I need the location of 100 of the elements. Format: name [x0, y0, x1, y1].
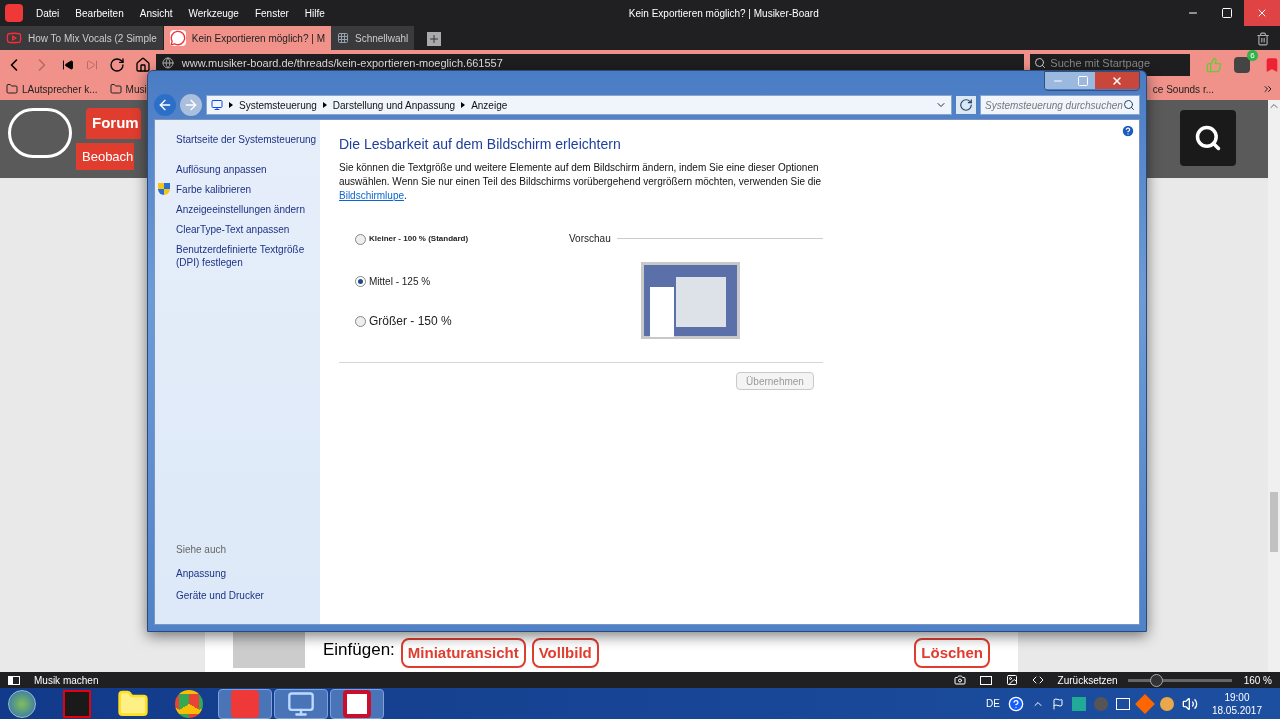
- monitor-icon: [287, 689, 315, 718]
- sidebar-link[interactable]: Farbe kalibrieren: [176, 183, 316, 196]
- v-logo-icon: [5, 4, 23, 22]
- browser-tab[interactable]: Kein Exportieren möglich? | M: [163, 26, 331, 50]
- network-icon[interactable]: [1115, 697, 1130, 710]
- radio-button[interactable]: [355, 275, 366, 287]
- breadcrumb-separator-icon: [322, 102, 327, 108]
- folder-icon: [109, 83, 122, 95]
- help-icon[interactable]: [1121, 124, 1135, 138]
- close-icon: [1256, 7, 1268, 19]
- search-icon: [1194, 124, 1222, 152]
- radio-button[interactable]: [355, 315, 366, 327]
- insert-button[interactable]: Vollbild: [531, 637, 599, 668]
- help-icon[interactable]: [1007, 695, 1024, 712]
- app-logo-icon: [343, 689, 371, 718]
- zoom-level: 160 %: [1243, 673, 1272, 688]
- code-icon[interactable]: [1031, 674, 1044, 686]
- circle-logo-icon: [175, 689, 203, 718]
- radio-label: Mittel - 125 %: [369, 274, 431, 289]
- video-icon: [6, 30, 22, 46]
- menu-item[interactable]: Fenster: [246, 5, 297, 21]
- folder-icon: [6, 83, 18, 95]
- sidebar-link[interactable]: Benutzerdefinierte Textgröße (DPI) festlegen: [176, 243, 316, 269]
- sidebar-link[interactable]: Geräte und Drucker: [176, 588, 320, 603]
- grid-icon: [336, 32, 349, 44]
- menu-item[interactable]: Werkzeuge: [180, 5, 247, 21]
- reset-button[interactable]: Zurücksetzen: [1057, 672, 1118, 688]
- breadcrumb-item[interactable]: Systemsteuerung: [239, 97, 317, 113]
- breadcrumb-separator-icon: [229, 102, 233, 108]
- insert-label: Einfügen:: [323, 638, 395, 661]
- menu-item[interactable]: Datei: [28, 5, 68, 21]
- window-title: Kein Exportieren möglich? | Musiker-Board: [628, 6, 819, 21]
- taskbar-app[interactable]: [274, 688, 328, 719]
- menu-item[interactable]: Hilfe: [296, 5, 333, 21]
- nav-tab[interactable]: Forum: [86, 108, 141, 139]
- sidebar-link[interactable]: ClearType-Text anpassen: [176, 223, 316, 236]
- bookmark-folder[interactable]: LAutsprecher k...: [0, 81, 104, 97]
- sidebar-link[interactable]: Anpassung: [176, 566, 320, 581]
- browser-tab[interactable]: How To Mix Vocals (2 Simple: [0, 26, 163, 50]
- clock-time: 19:00: [1224, 690, 1250, 704]
- home-icon[interactable]: [134, 57, 151, 73]
- flag-icon[interactable]: [1051, 697, 1064, 710]
- radio-button[interactable]: [355, 233, 366, 245]
- breadcrumb-item[interactable]: Darstellung und Anpassung: [332, 97, 456, 113]
- search-icon: [1034, 57, 1047, 69]
- v-logo-icon: [231, 689, 259, 718]
- rewind-icon[interactable]: [61, 59, 74, 71]
- new-tab-button[interactable]: [427, 32, 442, 46]
- back-button[interactable]: [154, 94, 176, 116]
- close-button[interactable]: [1095, 72, 1139, 89]
- sidebar-link[interactable]: Anzeigeeinstellungen ändern: [176, 203, 316, 216]
- close-icon: [1111, 74, 1123, 87]
- speech-bubble-icon: [169, 30, 186, 46]
- search-icon: [1123, 99, 1135, 111]
- image-icon[interactable]: [1005, 674, 1018, 686]
- camera-icon[interactable]: [953, 674, 966, 686]
- page-title: Musik machen: [34, 673, 99, 688]
- description-text: Sie können die Textgröße und weitere Elemente auf dem Bildschirm ändern, indem Sie eine dieser Optionen auswählen. Wenn Sie nur einen Teil des Bildschirms vorübergehend vergrößern möchten, verwenden Sie die Bildschirmlupe.: [339, 161, 823, 203]
- notification-badge: 6: [1247, 50, 1259, 61]
- forward-button[interactable]: [180, 94, 202, 116]
- preview-label: Vorschau: [569, 232, 611, 246]
- volume-icon[interactable]: [1181, 695, 1198, 712]
- plus-icon: [428, 33, 441, 45]
- browser-tab[interactable]: Schnellwahl: [330, 26, 415, 50]
- trash-icon[interactable]: [1256, 32, 1270, 46]
- clock-date: 18.05.2017: [1211, 703, 1262, 717]
- reload-icon[interactable]: [108, 57, 125, 73]
- scrollbar-thumb[interactable]: [1270, 492, 1278, 552]
- language-indicator[interactable]: DE: [986, 696, 1000, 711]
- slider-thumb[interactable]: [1149, 673, 1163, 687]
- window-icon[interactable]: [979, 675, 992, 685]
- menu-item[interactable]: Ansicht: [131, 5, 181, 21]
- section-heading: Siehe auch: [176, 543, 228, 557]
- bookmark-folder[interactable]: Musi: [103, 81, 153, 97]
- maximize-icon: [1076, 74, 1089, 87]
- page-heading: Die Lesbarkeit auf dem Bildschirm erleichtern: [339, 135, 622, 154]
- sidebar-link[interactable]: Startseite der Systemsteuerung: [176, 132, 320, 147]
- globe-icon[interactable]: [1159, 696, 1174, 711]
- menu-item[interactable]: Bearbeiten: [67, 5, 132, 21]
- search-button[interactable]: [1180, 110, 1236, 166]
- delete-button[interactable]: Löschen: [914, 637, 990, 668]
- taskbar-app[interactable]: [330, 688, 384, 719]
- refresh-icon[interactable]: [956, 96, 976, 114]
- sidebar-link[interactable]: Auflösung anpassen: [176, 163, 316, 176]
- breadcrumb-item[interactable]: Anzeige: [471, 97, 508, 113]
- breadcrumb-separator-icon: [461, 102, 466, 108]
- radio-label: Größer - 150 %: [369, 313, 452, 330]
- maximize-icon: [1221, 7, 1233, 19]
- search-field[interactable]: Systemsteuerung durchsuchen: [980, 95, 1140, 115]
- bookmark-item[interactable]: ce Sounds r...: [1152, 81, 1214, 97]
- more-icon[interactable]: [1262, 83, 1274, 95]
- thumbs-up-icon[interactable]: [1206, 57, 1223, 73]
- start-button[interactable]: [8, 689, 36, 718]
- nav-tab[interactable]: Beobach: [76, 142, 135, 170]
- extension-icon[interactable]: [1234, 57, 1251, 73]
- panel-toggle-icon[interactable]: [8, 675, 20, 685]
- radio-label: Kleiner - 100 % (Standard): [369, 233, 469, 245]
- globe-icon: [161, 57, 174, 69]
- insert-button[interactable]: Miniaturansicht: [400, 637, 526, 668]
- control-panel-icon: [211, 99, 223, 111]
